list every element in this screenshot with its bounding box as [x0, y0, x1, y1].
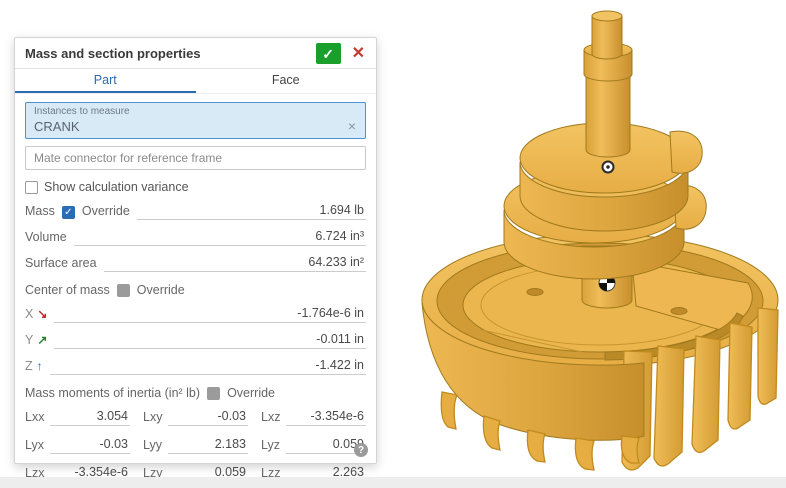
- dialog-body: Instances to measure CRANK × Show calcul…: [15, 94, 376, 486]
- inertia-cell: Lxz -3.354e-6: [261, 409, 366, 426]
- inertia-cell: Lxx 3.054: [25, 409, 130, 426]
- inertia-override-label: Override: [227, 386, 275, 400]
- show-variance-label: Show calculation variance: [44, 180, 189, 194]
- mass-row: Mass ✓ Override 1.694 lb: [25, 203, 366, 220]
- mass-override-label: Override: [82, 204, 130, 220]
- com-override-checkbox[interactable]: [117, 284, 130, 297]
- close-button[interactable]: ✕: [349, 46, 368, 62]
- com-x-value: -1.764e-6 in: [54, 306, 366, 323]
- inertia-cell: Lxy -0.03: [143, 409, 248, 426]
- instances-field-label: Instances to measure: [34, 106, 357, 117]
- app-canvas: Mass and section properties ✓ ✕ Part Fac…: [0, 0, 786, 488]
- axis-y-label: Y: [25, 333, 33, 349]
- inertia-cell: Lyz 0.059: [261, 437, 366, 454]
- com-z-value: -1.422 in: [50, 358, 366, 375]
- dialog-title: Mass and section properties: [25, 46, 308, 61]
- com-y-row: Y ↗ -0.011 in: [25, 332, 366, 349]
- com-z-row: Z ↑ -1.422 in: [25, 358, 366, 375]
- model-viewport[interactable]: [386, 0, 786, 488]
- mass-value[interactable]: 1.694 lb: [137, 203, 366, 220]
- clear-icon[interactable]: ×: [347, 118, 357, 134]
- mate-connector-input[interactable]: [25, 146, 366, 170]
- surface-area-label: Surface area: [25, 256, 97, 272]
- instances-field[interactable]: Instances to measure CRANK ×: [25, 102, 366, 139]
- inertia-grid: Lxx 3.054 Lxy -0.03 Lxz -3.354e-6 Lyx -0…: [25, 409, 366, 482]
- volume-value: 6.724 in³: [74, 229, 366, 246]
- crank-model[interactable]: [386, 0, 786, 488]
- help-icon[interactable]: ?: [354, 443, 368, 457]
- com-override-label: Override: [137, 283, 185, 297]
- inertia-override-checkbox[interactable]: [207, 387, 220, 400]
- checkbox-unchecked-icon[interactable]: [25, 181, 38, 194]
- show-variance-checkbox[interactable]: Show calculation variance: [25, 180, 366, 194]
- axis-z-arrow-icon: ↑: [37, 359, 43, 375]
- axis-x-label: X: [25, 307, 33, 323]
- com-x-row: X ↘ -1.764e-6 in: [25, 306, 366, 323]
- surface-area-value: 64.233 in²: [104, 255, 366, 272]
- dialog-header: Mass and section properties ✓ ✕: [15, 38, 376, 69]
- volume-row: Volume 6.724 in³: [25, 229, 366, 246]
- axis-y-arrow-icon: ↗: [37, 333, 47, 349]
- point-marker[interactable]: [603, 162, 614, 173]
- volume-label: Volume: [25, 230, 67, 246]
- check-icon: ✓: [322, 47, 334, 61]
- tab-bar: Part Face: [15, 69, 376, 94]
- inertia-cell: Lyy 2.183: [143, 437, 248, 454]
- tab-face[interactable]: Face: [196, 69, 377, 93]
- check-icon: ✓: [64, 208, 72, 218]
- inertia-header: Mass moments of inertia (in² lb) Overrid…: [25, 386, 366, 400]
- inertia-cell: Lyx -0.03: [25, 437, 130, 454]
- viewport-bottom-edge: [0, 477, 786, 488]
- close-icon: ✕: [352, 45, 365, 62]
- mass-label: Mass: [25, 204, 55, 220]
- axis-z-label: Z: [25, 359, 33, 375]
- instances-field-value[interactable]: CRANK: [34, 119, 347, 134]
- mass-properties-dialog: Mass and section properties ✓ ✕ Part Fac…: [14, 37, 377, 464]
- inertia-label: Mass moments of inertia (in² lb): [25, 386, 200, 400]
- shaft[interactable]: [584, 11, 632, 157]
- surface-area-row: Surface area 64.233 in²: [25, 255, 366, 272]
- tab-part[interactable]: Part: [15, 69, 196, 93]
- center-of-mass-label: Center of mass: [25, 283, 110, 297]
- confirm-button[interactable]: ✓: [316, 43, 341, 64]
- axis-x-arrow-icon: ↘: [37, 307, 47, 323]
- mass-override-checkbox[interactable]: ✓: [62, 206, 75, 219]
- com-y-value: -0.011 in: [54, 332, 366, 349]
- center-of-mass-header: Center of mass Override: [25, 283, 366, 297]
